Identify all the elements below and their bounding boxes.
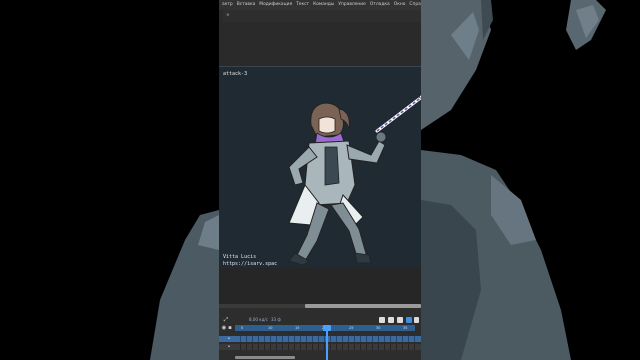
video-background-left: [0, 0, 219, 360]
edit-bar: [219, 22, 421, 66]
video-background-right: [421, 0, 640, 360]
credit-author: Vitta Lucis: [223, 254, 257, 260]
ruler-number: 30: [376, 326, 381, 330]
stage-canvas[interactable]: attack-3 Vitta Lucis https://isarv.spac: [219, 66, 421, 268]
timeline-panel: ⤢ 8,00 кд/с 33 ф ◉ ▪ 5 10 15 20 25 30 35…: [219, 308, 421, 360]
frame-cells[interactable]: [235, 344, 415, 350]
center-frame-icon[interactable]: [397, 317, 403, 323]
menu-item-edit[interactable]: актр: [220, 0, 235, 10]
ruler-number: 35: [403, 326, 408, 330]
loop-icon[interactable]: [388, 317, 394, 323]
scene-name-label: attack-3: [223, 71, 248, 77]
blurred-figure-right: [421, 0, 606, 360]
frame-view-icon[interactable]: [414, 317, 419, 323]
menu-item-insert[interactable]: Вставка: [235, 0, 258, 10]
frame-cells[interactable]: [235, 336, 415, 342]
ruler-number: 25: [349, 326, 354, 330]
layer-visibility-icon[interactable]: •: [226, 336, 232, 342]
playhead[interactable]: [326, 325, 328, 360]
chart-icon[interactable]: ⤢: [223, 317, 229, 323]
credit-url: https://isarv.spac: [223, 261, 278, 267]
menu-item-text[interactable]: Текст: [294, 0, 311, 10]
ruler-number: 15: [295, 326, 300, 330]
timeline-scrollbar[interactable]: [235, 356, 295, 359]
lock-icon[interactable]: ▪: [227, 325, 233, 331]
menu-item-window[interactable]: Окно: [392, 0, 408, 10]
layer-visibility-icon[interactable]: •: [226, 344, 232, 350]
animate-window: актр Вставка Модификация Текст Команды У…: [219, 0, 421, 360]
document-tab-bar: ×: [223, 10, 421, 22]
blurred-figure-left: [150, 210, 219, 360]
layer-row-selected[interactable]: •: [219, 336, 421, 342]
menu-bar: актр Вставка Модификация Текст Команды У…: [219, 0, 421, 10]
menu-item-commands[interactable]: Команды: [311, 0, 336, 10]
menu-item-help[interactable]: Справка: [407, 0, 421, 10]
character-illustration: [288, 94, 421, 265]
close-icon[interactable]: ×: [223, 11, 232, 21]
pasteboard: [219, 268, 421, 304]
ruler-number: 5: [241, 326, 244, 330]
fps-readout[interactable]: 8,00 кд/с: [249, 317, 268, 323]
layer-row[interactable]: •: [219, 344, 421, 350]
onion-skin-icon[interactable]: [379, 317, 385, 323]
menu-item-control[interactable]: Управление: [336, 0, 368, 10]
edit-multiple-icon[interactable]: [406, 317, 412, 323]
menu-item-modify[interactable]: Модификация: [257, 0, 294, 10]
ruler-number: 10: [268, 326, 273, 330]
menu-item-debug[interactable]: Отладка: [368, 0, 392, 10]
frame-readout[interactable]: 33 ф: [271, 317, 281, 323]
